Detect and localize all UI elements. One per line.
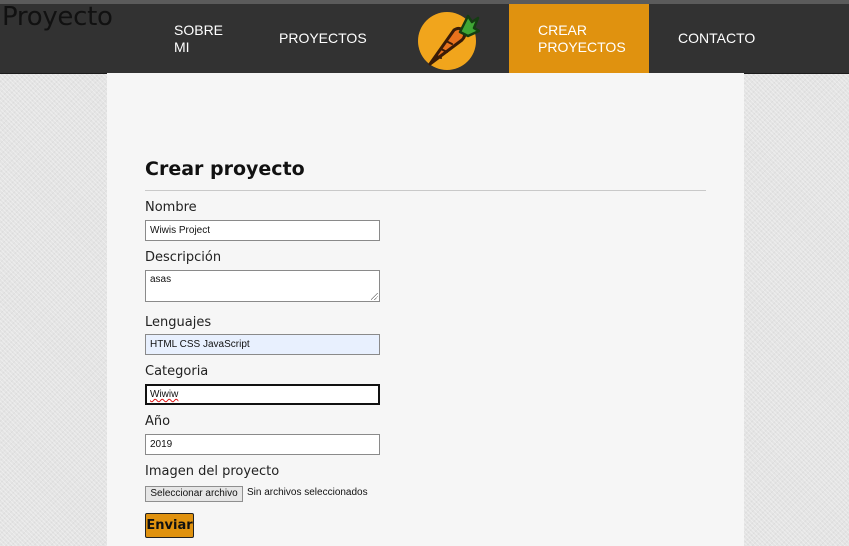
nav-item-crear-proyectos[interactable]: CREAR PROYECTOS xyxy=(509,4,649,73)
resize-grip-icon[interactable] xyxy=(371,293,378,300)
descripcion-textarea[interactable]: asas xyxy=(145,270,380,302)
nombre-value: Wiwis Project xyxy=(150,225,211,236)
nav-item-contacto[interactable]: CONTACTO xyxy=(678,4,755,73)
file-status-text: Sin archivos seleccionados xyxy=(247,487,368,498)
lenguajes-value: HTML CSS JavaScript xyxy=(150,339,250,350)
carrot-icon[interactable] xyxy=(416,8,480,70)
nav-crear-line1: CREAR xyxy=(538,21,588,38)
lenguajes-label: Lenguajes xyxy=(145,315,212,330)
form-title: Crear proyecto xyxy=(145,158,305,180)
descripcion-value: asas xyxy=(150,274,172,285)
brand-title: Proyecto xyxy=(2,2,113,32)
submit-button[interactable]: Enviar xyxy=(145,513,194,538)
nav-item-proyectos[interactable]: PROYECTOS xyxy=(279,4,367,73)
nav-crear-line2: PROYECTOS xyxy=(538,38,626,55)
nav-item-sobre-mi[interactable]: SOBRE MI xyxy=(174,4,234,73)
categoria-label: Categoria xyxy=(145,364,209,379)
navbar: Proyecto SOBRE MI PROYECTOS CREAR PROYEC… xyxy=(0,2,849,74)
imagen-label: Imagen del proyecto xyxy=(145,464,280,479)
nombre-input[interactable]: Wiwis Project xyxy=(145,220,380,241)
lenguajes-input[interactable]: HTML CSS JavaScript xyxy=(145,334,380,355)
descripcion-label: Descripción xyxy=(145,250,222,265)
nav-contacto-label: CONTACTO xyxy=(678,30,756,46)
nav-proyectos-label: PROYECTOS xyxy=(279,30,367,46)
nombre-label: Nombre xyxy=(145,200,197,215)
file-select-button[interactable]: Seleccionar archivo xyxy=(145,486,243,502)
anio-value: 2019 xyxy=(150,439,173,450)
categoria-input[interactable]: Wiwiw xyxy=(145,384,380,405)
anio-label: Año xyxy=(145,414,171,429)
main-content: Crear proyecto Nombre Wiwis Project Desc… xyxy=(107,73,744,546)
categoria-value: Wiwiw xyxy=(150,389,179,400)
title-divider xyxy=(145,190,706,191)
anio-input[interactable]: 2019 xyxy=(145,434,380,455)
nav-sobre-mi-line1: SOBRE xyxy=(174,21,224,38)
nav-sobre-mi-line2: MI xyxy=(174,38,190,55)
